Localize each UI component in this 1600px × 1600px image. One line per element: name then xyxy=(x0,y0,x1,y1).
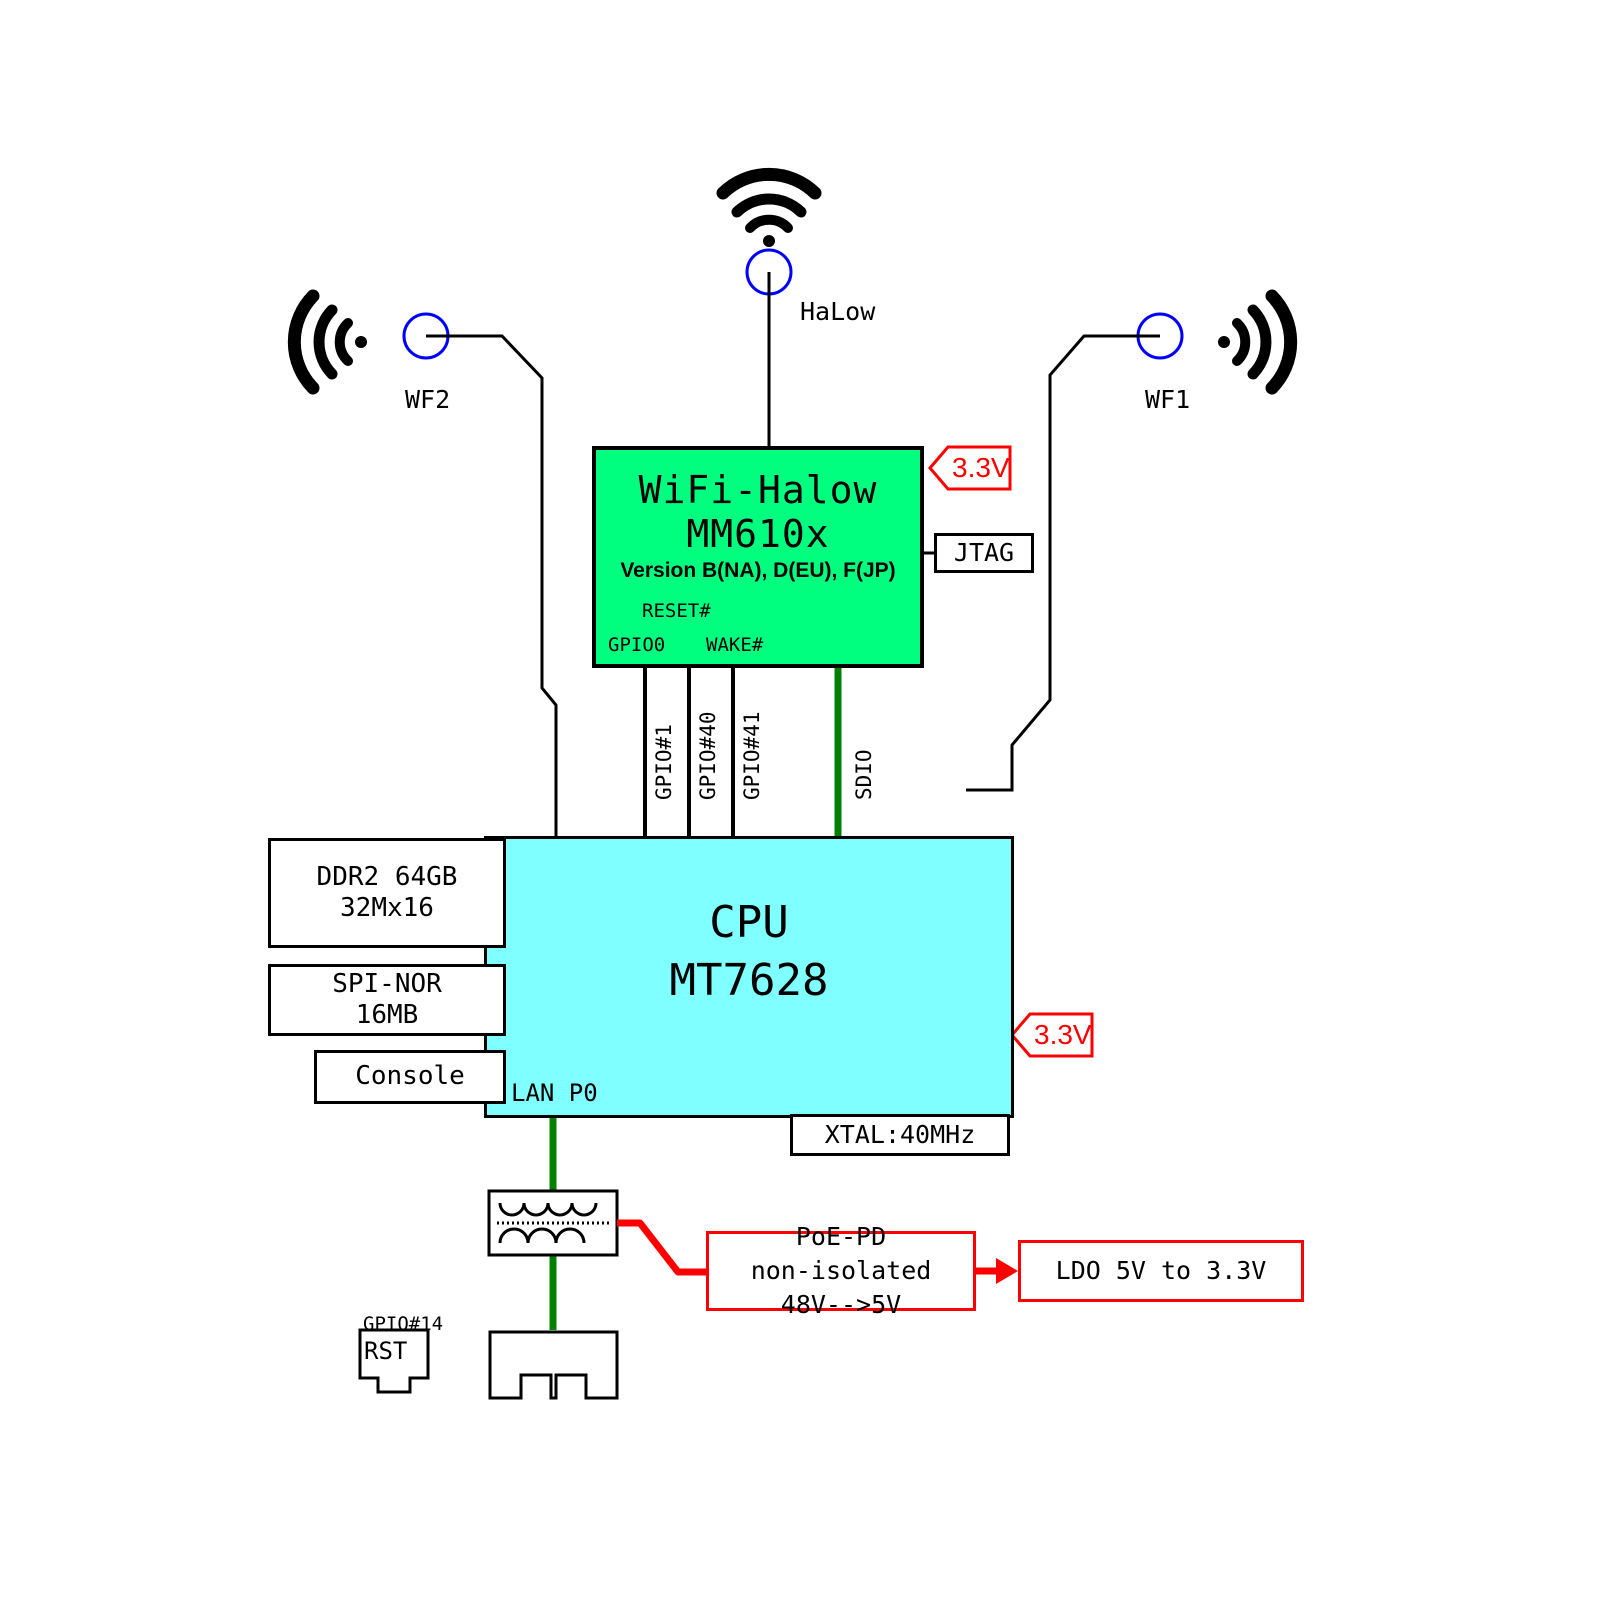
crystal-oscillator-block[interactable]: XTAL:40MHz xyxy=(790,1114,1010,1156)
bus-label-gpio40: GPIO#40 xyxy=(696,711,720,800)
poe-pd-block[interactable]: PoE-PD non-isolated 48V-->5V xyxy=(706,1222,976,1319)
spi-nor-flash-block[interactable]: SPI-NOR 16MB xyxy=(268,964,506,1036)
jtag-port-block[interactable]: JTAG xyxy=(934,533,1034,573)
wf1-antenna-icon xyxy=(1218,289,1298,395)
wire-layer xyxy=(287,167,1298,1400)
spinor-line1: SPI-NOR xyxy=(332,968,442,999)
console-port-block[interactable]: Console xyxy=(314,1050,506,1104)
halow-pin-reset: RESET# xyxy=(642,600,711,622)
cpu-power-tag-label: 3.3V xyxy=(1034,1019,1092,1050)
ldo-regulator-block[interactable]: LDO 5V to 3.3V xyxy=(1018,1240,1304,1302)
ddr2-line2: 32Mx16 xyxy=(340,893,434,923)
cpu-title: CPU xyxy=(709,897,789,948)
halow-pin-gpio0: GPIO0 xyxy=(608,634,666,656)
poe-to-ldo-arrowhead xyxy=(996,1258,1018,1284)
diagram-canvas: WiFi-Halow MM610x Version B(NA), D(EU), … xyxy=(0,0,1600,1600)
poe-line3: 48V-->5V xyxy=(780,1289,902,1319)
wf1-antenna-label: WF1 xyxy=(1145,385,1191,414)
wf2-antenna-label: WF2 xyxy=(405,385,451,414)
cpu-lan-port-label: LAN P0 xyxy=(511,1079,598,1107)
halow-module-block[interactable]: WiFi-Halow MM610x Version B(NA), D(EU), … xyxy=(592,446,924,668)
halow-title: WiFi-Halow xyxy=(638,468,878,512)
ldo-line1: LDO 5V to 3.3V xyxy=(1055,1256,1267,1286)
cpu-part: MT7628 xyxy=(669,955,829,1006)
halow-pin-wake: WAKE# xyxy=(706,634,764,656)
halow-antenna-label: HaLow xyxy=(800,297,876,326)
reset-button-label: RST xyxy=(364,1337,408,1365)
xtal-label: XTAL:40MHz xyxy=(824,1120,976,1149)
halow-version: Version B(NA), D(EU), F(JP) xyxy=(620,559,896,582)
cpu-power-tag: 3.3V xyxy=(1012,1014,1092,1056)
reset-gpio-label: GPIO#14 xyxy=(363,1313,444,1335)
rj45-jack xyxy=(488,1330,619,1400)
bus-label-gpio1: GPIO#1 xyxy=(652,724,676,800)
bus-label-sdio: SDIO xyxy=(852,749,876,800)
cpu-block[interactable]: CPU MT7628 LAN P0 xyxy=(484,836,1014,1118)
poe-line2: non-isolated xyxy=(750,1256,932,1286)
console-line1: Console xyxy=(355,1061,465,1092)
halow-power-tag-label: 3.3V xyxy=(952,452,1010,483)
bus-label-gpio41: GPIO#41 xyxy=(740,711,764,800)
halow-antenna-icon xyxy=(716,167,822,247)
halow-power-tag: 3.3V xyxy=(930,447,1010,489)
halow-part: MM610x xyxy=(686,512,830,556)
poe-input-wire xyxy=(617,1219,706,1276)
spinor-line2: 16MB xyxy=(355,1000,419,1030)
jtag-label: JTAG xyxy=(953,538,1015,567)
ddr2-line1: DDR2 64GB xyxy=(316,861,458,892)
poe-line1: PoE-PD xyxy=(795,1222,887,1252)
wf2-antenna-icon xyxy=(287,289,367,395)
ddr2-memory-block[interactable]: DDR2 64GB 32Mx16 xyxy=(268,838,506,948)
